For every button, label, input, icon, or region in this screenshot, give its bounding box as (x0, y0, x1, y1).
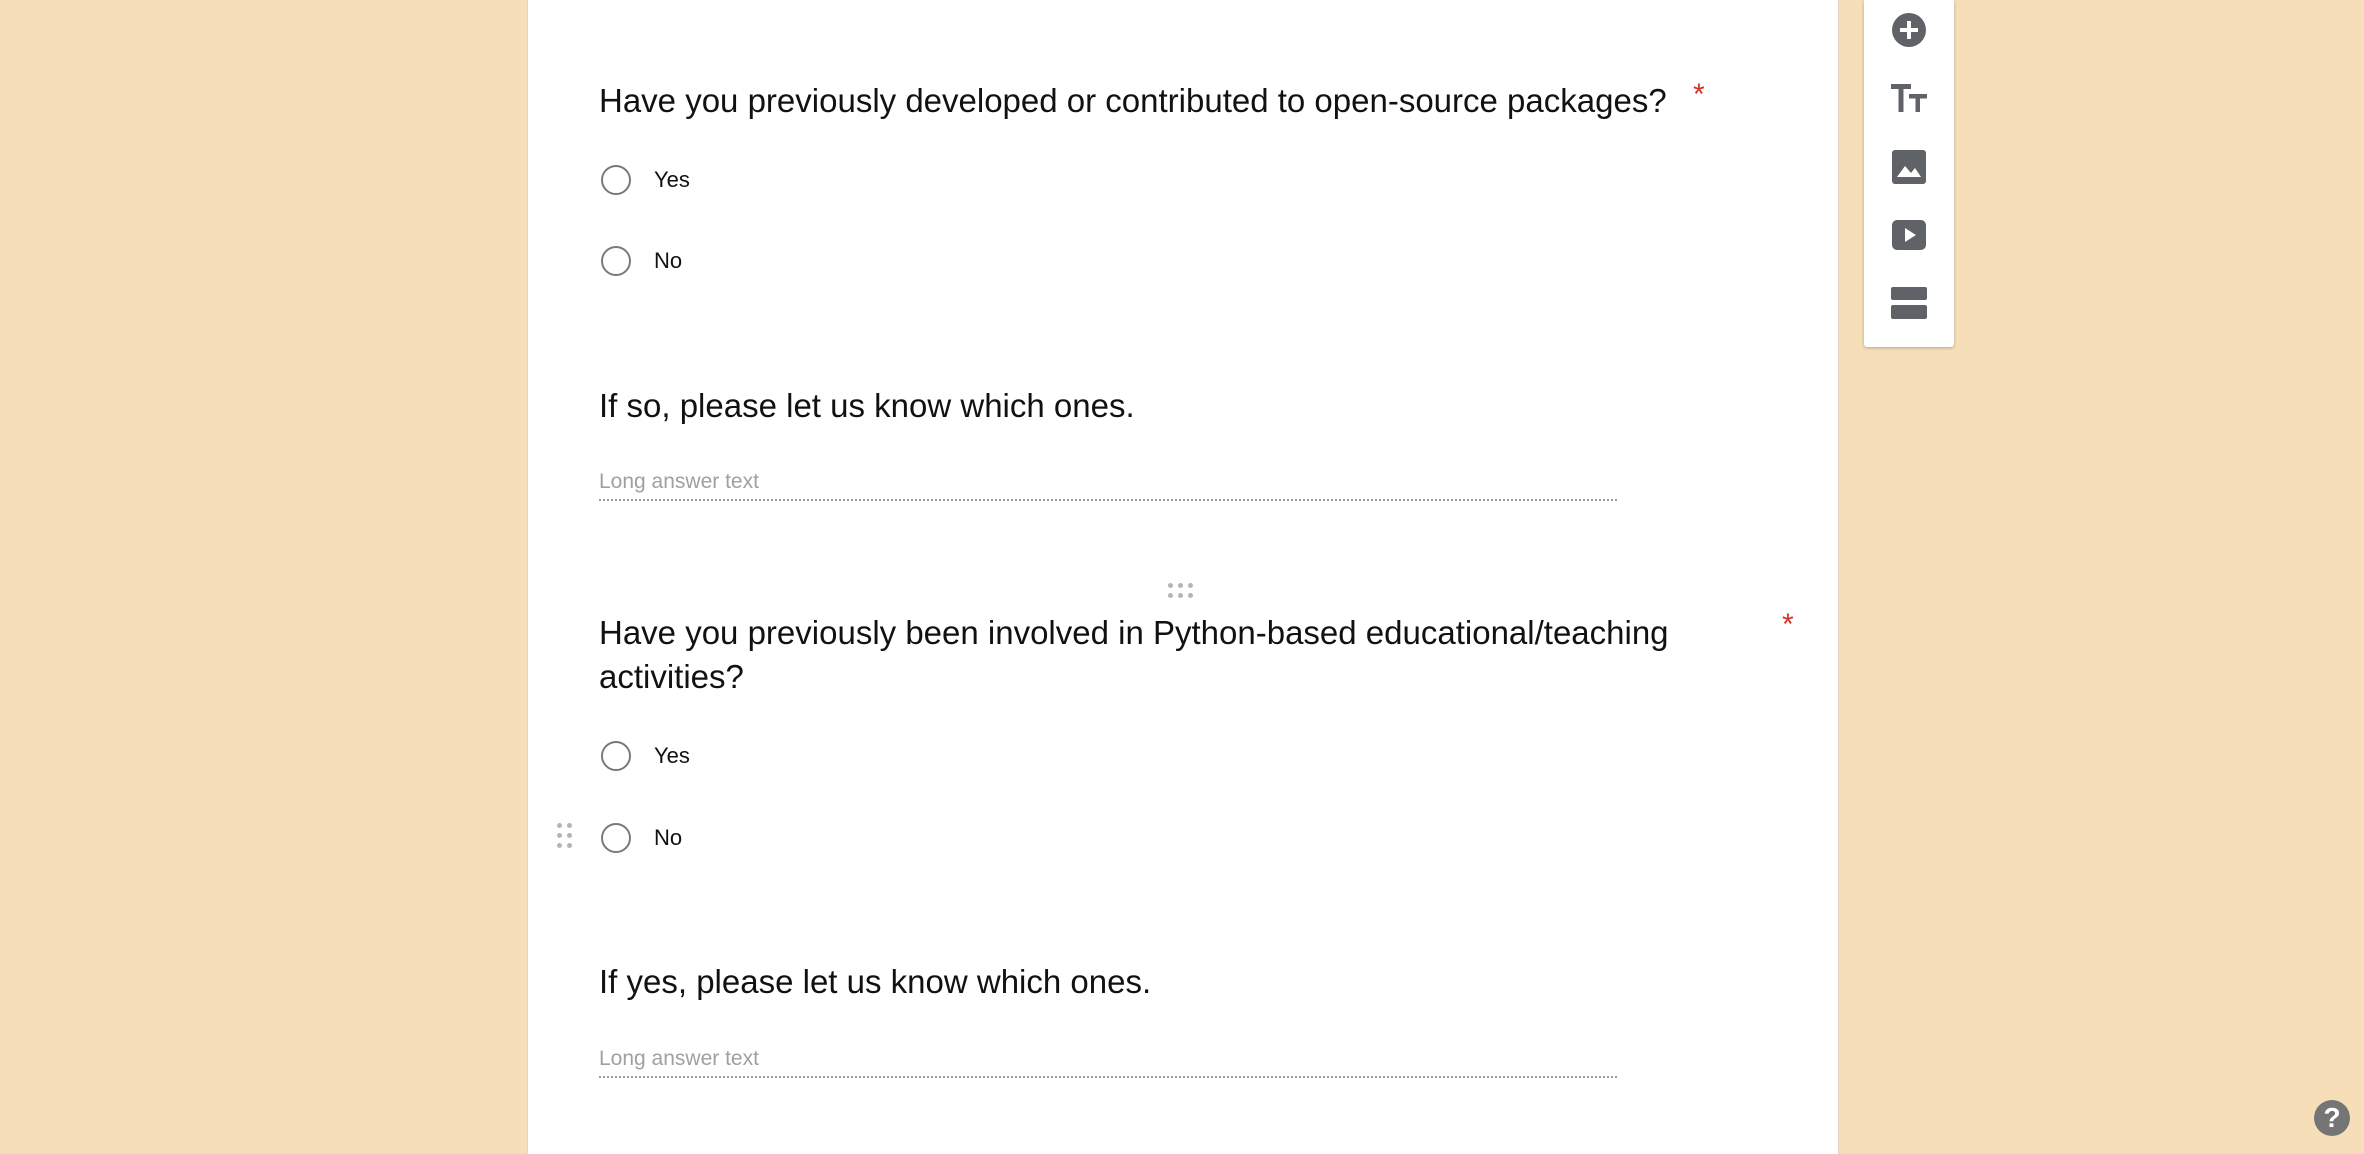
option-yes[interactable]: Yes (601, 736, 690, 776)
add-question-button[interactable] (1886, 7, 1932, 53)
add-section-button[interactable] (1886, 280, 1932, 326)
option-label: Yes (654, 743, 690, 768)
add-video-button[interactable] (1886, 212, 1932, 258)
help-button[interactable]: ? (2314, 1100, 2350, 1136)
option-drag-handle-icon[interactable] (557, 823, 572, 848)
question-title-teaching-line2: activities? (599, 658, 744, 695)
question-title-which-packages: If so, please let us know which ones. (599, 387, 1135, 424)
option-label: No (654, 248, 683, 273)
add-image-button[interactable] (1886, 144, 1932, 190)
option-label: Yes (654, 167, 690, 192)
question-title-teaching-line1: Have you previously been involved in Pyt… (599, 614, 1669, 651)
form-card: Have you previously developed or contrib… (527, 0, 1839, 1154)
required-asterisk: * (1693, 78, 1705, 111)
page: Have you previously developed or contrib… (0, 0, 2364, 1154)
long-answer-field[interactable] (599, 1042, 1617, 1078)
radio-button[interactable] (601, 823, 631, 853)
side-toolbar (1864, 0, 1954, 347)
add-title-button[interactable] (1886, 75, 1932, 121)
question-title-which-activities: If yes, please let us know which ones. (599, 963, 1152, 1000)
drag-handle-icon[interactable] (1168, 583, 1194, 599)
radio-button[interactable] (601, 741, 631, 771)
long-answer-field[interactable] (599, 465, 1617, 501)
required-asterisk: * (1782, 608, 1794, 641)
radio-button[interactable] (601, 165, 631, 195)
add-circle-icon (1892, 13, 1926, 47)
option-no[interactable]: No (601, 241, 682, 281)
option-label: No (654, 825, 683, 850)
help-icon: ? (2323, 1102, 2341, 1133)
radio-button[interactable] (601, 246, 631, 276)
video-icon (1892, 220, 1926, 250)
option-no[interactable]: No (601, 818, 682, 858)
image-icon (1892, 150, 1926, 184)
title-text-icon (1891, 84, 1927, 112)
question-title-open-source: Have you previously developed or contrib… (599, 82, 1667, 119)
section-icon (1891, 287, 1927, 319)
option-yes[interactable]: Yes (601, 160, 690, 200)
